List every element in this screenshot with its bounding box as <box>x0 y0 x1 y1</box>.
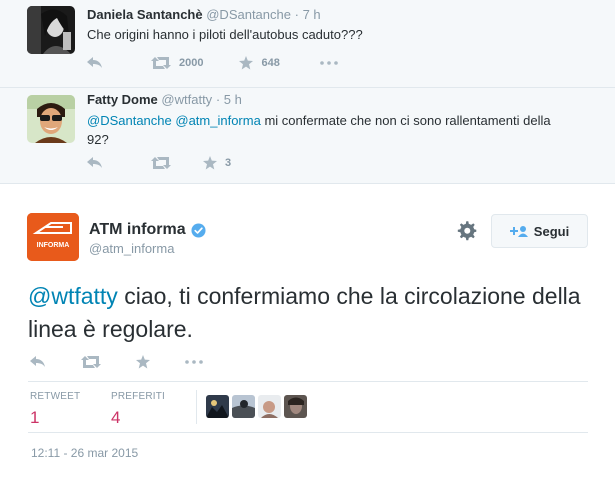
retweet-stat-value: 1 <box>30 408 40 427</box>
tweet-actions: 3 <box>87 154 257 172</box>
favoriters-avatars <box>206 395 307 418</box>
tweet-header: Daniela Santanchè @DSantanche · 7 h <box>87 7 321 23</box>
tweet-fatty[interactable]: Fatty Dome @wtfatty · 5 h @DSantanche @a… <box>0 88 615 184</box>
retweet-icon <box>81 356 101 368</box>
user-screen-name[interactable]: @atm_informa <box>89 241 174 256</box>
favorite-icon <box>136 355 150 369</box>
retweet-count: 2000 <box>179 57 204 69</box>
reply-icon <box>30 356 45 367</box>
separator-dot: · <box>215 92 221 107</box>
tweet-header: Fatty Dome @wtfatty · 5 h <box>87 92 242 108</box>
retweet-button[interactable] <box>151 157 171 169</box>
favorite-button[interactable] <box>136 355 150 369</box>
tweet-stats: RETWEET 1 PREFERITI 4 <box>28 381 588 433</box>
favoriter-avatar[interactable] <box>284 395 307 418</box>
permalink-tweet: INFORMA ATM informa @atm_informa Segui @… <box>0 184 615 485</box>
retweet-stat-label: RETWEET <box>30 391 81 402</box>
tweet-timestamp[interactable]: 7 h <box>303 7 321 22</box>
favorite-button[interactable]: 648 <box>239 56 280 70</box>
mention-link[interactable]: @DSantanche <box>87 113 172 128</box>
reply-icon <box>87 57 102 68</box>
user-fullname-text: ATM informa <box>89 221 186 238</box>
retweet-stat[interactable]: RETWEET 1 <box>30 391 80 428</box>
mention-link[interactable]: @atm_informa <box>175 113 260 128</box>
avatar[interactable]: INFORMA <box>27 213 79 261</box>
follow-person-icon <box>509 226 528 237</box>
user-fullname[interactable]: Daniela Santanchè <box>87 7 203 22</box>
tweet-text: Che origini hanno i piloti dell'autobus … <box>87 27 363 42</box>
gear-icon[interactable] <box>457 221 477 241</box>
favorite-icon <box>239 56 254 70</box>
stats-divider <box>196 390 197 424</box>
separator-dot: · <box>294 7 299 22</box>
reply-button[interactable] <box>87 157 103 169</box>
favoriter-avatar[interactable] <box>258 395 281 418</box>
favorite-icon <box>203 156 217 170</box>
tweet-actions: 2000 648 <box>87 54 364 72</box>
more-icon <box>320 61 338 65</box>
retweet-button[interactable]: 2000 <box>151 57 203 69</box>
retweet-icon <box>151 57 171 69</box>
follow-label: Segui <box>533 223 570 239</box>
avatar[interactable] <box>27 6 75 54</box>
verified-icon <box>191 222 206 238</box>
tweet-text: @DSantanche @atm_informa mi confermate c… <box>87 111 567 149</box>
user-screen-name[interactable]: @wtfatty <box>161 92 212 107</box>
tweet-actions <box>30 352 238 372</box>
favoriter-avatar[interactable] <box>206 395 229 418</box>
more-icon <box>185 360 203 364</box>
conversation-ancestors: Daniela Santanchè @DSantanche · 7 h Che … <box>0 0 615 184</box>
avatar-label: INFORMA <box>37 242 70 249</box>
follow-button[interactable]: Segui <box>491 214 588 248</box>
tweet-date[interactable]: 12:11 - 26 mar 2015 <box>31 446 138 460</box>
more-button[interactable] <box>185 360 203 364</box>
tweet-timestamp[interactable]: 5 h <box>224 92 242 107</box>
more-button[interactable] <box>320 61 338 65</box>
favorite-button[interactable]: 3 <box>203 156 231 170</box>
favorite-stat-label: PREFERITI <box>111 391 166 402</box>
reply-button[interactable] <box>87 57 103 69</box>
tweet-daniela[interactable]: Daniela Santanchè @DSantanche · 7 h Che … <box>0 0 615 88</box>
mention-link[interactable]: @wtfatty <box>28 283 118 309</box>
tweet-text: @wtfatty ciao, ti confermiamo che la cir… <box>28 280 588 346</box>
reply-button[interactable] <box>30 356 46 368</box>
user-fullname[interactable]: Fatty Dome <box>87 92 158 107</box>
user-fullname[interactable]: ATM informa <box>89 221 206 239</box>
favorite-stat[interactable]: PREFERITI 4 <box>111 391 165 428</box>
reply-icon <box>87 157 102 168</box>
favorite-stat-value: 4 <box>111 408 121 427</box>
favorite-count: 3 <box>225 157 232 169</box>
avatar[interactable] <box>27 95 75 143</box>
favorite-count: 648 <box>261 57 280 69</box>
user-screen-name[interactable]: @DSantanche <box>206 7 291 22</box>
favoriter-avatar[interactable] <box>232 395 255 418</box>
retweet-icon <box>151 157 171 169</box>
retweet-button[interactable] <box>81 356 101 368</box>
